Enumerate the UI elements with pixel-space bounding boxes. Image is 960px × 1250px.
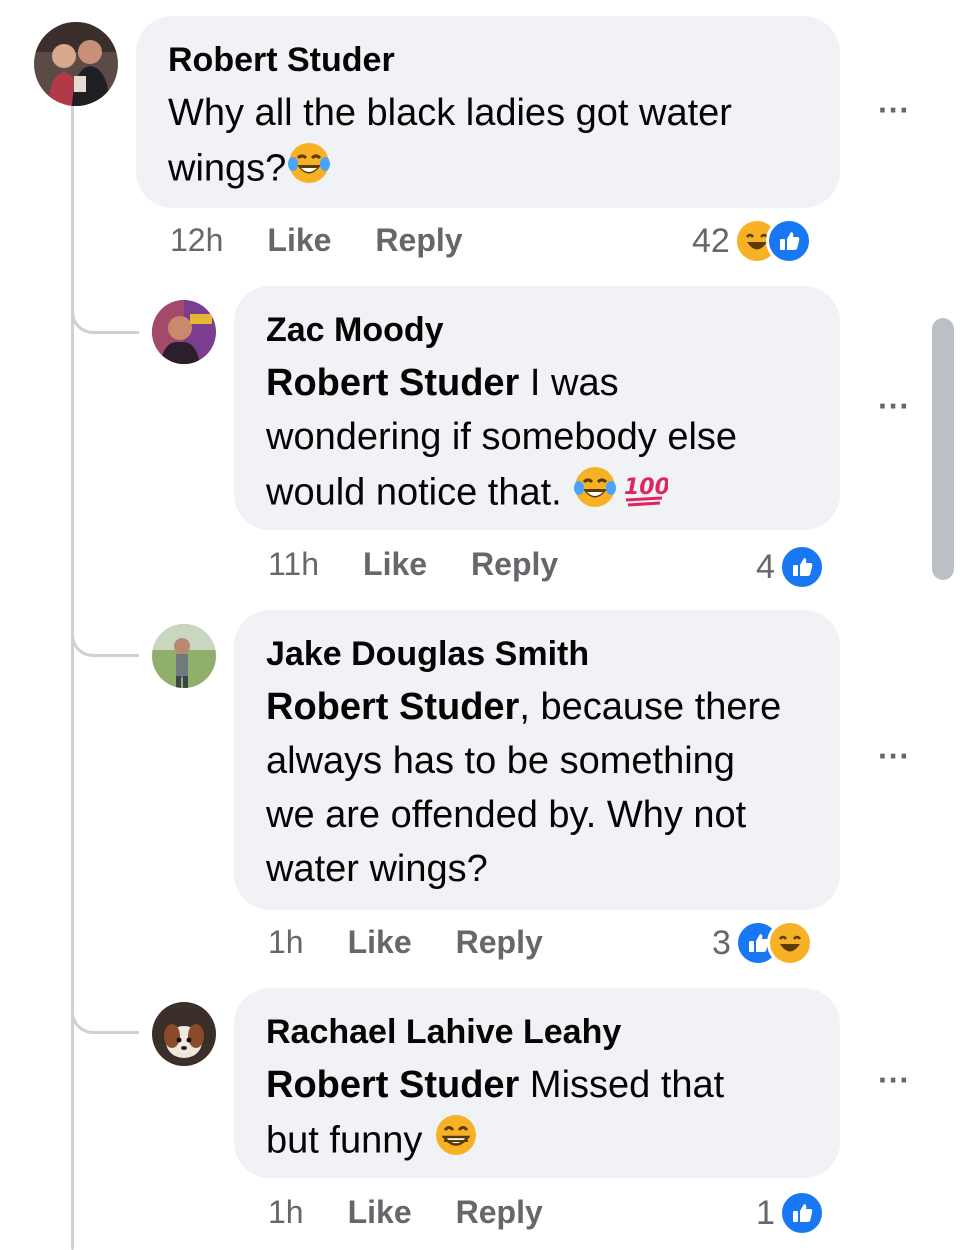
reaction-summary[interactable]: 1: [756, 1188, 825, 1238]
comment-time[interactable]: 1h: [268, 1194, 304, 1231]
comment-bubble: Jake Douglas Smith Robert Studer, becaus…: [234, 610, 840, 910]
more-options-icon[interactable]: ···: [872, 390, 916, 422]
laughing-tears-emoji-icon: [572, 464, 618, 525]
grinning-emoji-icon: [433, 1112, 479, 1173]
avatar[interactable]: [152, 300, 216, 364]
comment-author[interactable]: Zac Moody: [266, 310, 808, 350]
like-reaction-icon: [778, 544, 825, 590]
comment-meta: 1h Like Reply: [268, 920, 543, 964]
comment-time[interactable]: 11h: [268, 546, 319, 583]
comment-meta: 11h Like Reply: [268, 542, 558, 586]
comment-time[interactable]: 12h: [170, 222, 223, 259]
comment-text-line: wondering if somebody else: [266, 416, 738, 458]
reaction-summary[interactable]: 3: [712, 918, 813, 968]
haha-reaction-icon: [766, 920, 813, 966]
comment-text-line: would notice that.: [266, 471, 573, 514]
comment-meta: 12h Like Reply: [170, 218, 463, 262]
comment-text-line: but funny: [266, 1119, 433, 1162]
reply-button[interactable]: Reply: [375, 222, 462, 259]
comment-author[interactable]: Robert Studer: [168, 40, 808, 80]
like-button[interactable]: Like: [267, 222, 331, 259]
comment-text: Robert Studer Missed that but funny: [266, 1058, 808, 1173]
avatar[interactable]: [152, 624, 216, 688]
comment-text-line: Why all the black ladies got water: [168, 92, 732, 134]
comment-text-line: wings?: [168, 147, 287, 190]
reply-button[interactable]: Reply: [456, 924, 543, 961]
reaction-count: 42: [692, 221, 730, 260]
comment-text: Robert Studer I was wondering if somebod…: [266, 356, 808, 525]
comment-meta: 1h Like Reply: [268, 1190, 543, 1234]
comment-text-line: we are offended by. Why not: [266, 794, 747, 836]
hundred-points-emoji-icon: 100: [622, 464, 670, 525]
reply-button[interactable]: Reply: [456, 1194, 543, 1231]
comment-text-line: I was: [519, 362, 619, 404]
avatar[interactable]: [152, 1002, 216, 1066]
reaction-summary[interactable]: 42: [692, 216, 812, 266]
like-button[interactable]: Like: [348, 924, 412, 961]
scrollbar-thumb[interactable]: [932, 318, 954, 580]
comment-bubble: Rachael Lahive Leahy Robert Studer Misse…: [234, 988, 840, 1178]
like-button[interactable]: Like: [348, 1194, 412, 1231]
more-options-icon[interactable]: ···: [872, 94, 916, 126]
comment-text-line: Missed that: [519, 1064, 725, 1106]
comment-text-line: , because there: [519, 686, 782, 728]
hundred-points-text: 100: [624, 475, 668, 500]
comment-text: Robert Studer, because there always has …: [266, 680, 808, 896]
comment-author[interactable]: Rachael Lahive Leahy: [266, 1012, 808, 1052]
mention-link[interactable]: Robert Studer: [266, 686, 519, 728]
thread-branch: [71, 623, 139, 657]
mention-link[interactable]: Robert Studer: [266, 362, 519, 404]
reaction-summary[interactable]: 4: [756, 542, 825, 592]
comment-bubble: Robert Studer Why all the black ladies g…: [136, 16, 840, 208]
like-button[interactable]: Like: [363, 546, 427, 583]
like-reaction-icon: [778, 1190, 825, 1236]
comment-time[interactable]: 1h: [268, 924, 304, 961]
comment-text-line: water wings?: [266, 848, 488, 890]
comment-bubble: Zac Moody Robert Studer I was wondering …: [234, 286, 840, 530]
thread-branch: [71, 1000, 139, 1034]
thread-branch: [71, 300, 139, 334]
thread-line: [71, 100, 74, 1250]
laughing-tears-emoji-icon: [286, 140, 332, 201]
reply-button[interactable]: Reply: [471, 546, 558, 583]
reaction-count: 1: [756, 1193, 775, 1232]
like-reaction-icon: [765, 218, 812, 264]
comment-text: Why all the black ladies got water wings…: [168, 86, 808, 201]
reaction-count: 4: [756, 547, 775, 586]
avatar[interactable]: [34, 22, 118, 106]
comment-text-line: always has to be something: [266, 740, 735, 782]
reaction-count: 3: [712, 923, 731, 962]
comment-author[interactable]: Jake Douglas Smith: [266, 634, 808, 674]
more-options-icon[interactable]: ···: [872, 1064, 916, 1096]
mention-link[interactable]: Robert Studer: [266, 1064, 519, 1106]
more-options-icon[interactable]: ···: [872, 740, 916, 772]
